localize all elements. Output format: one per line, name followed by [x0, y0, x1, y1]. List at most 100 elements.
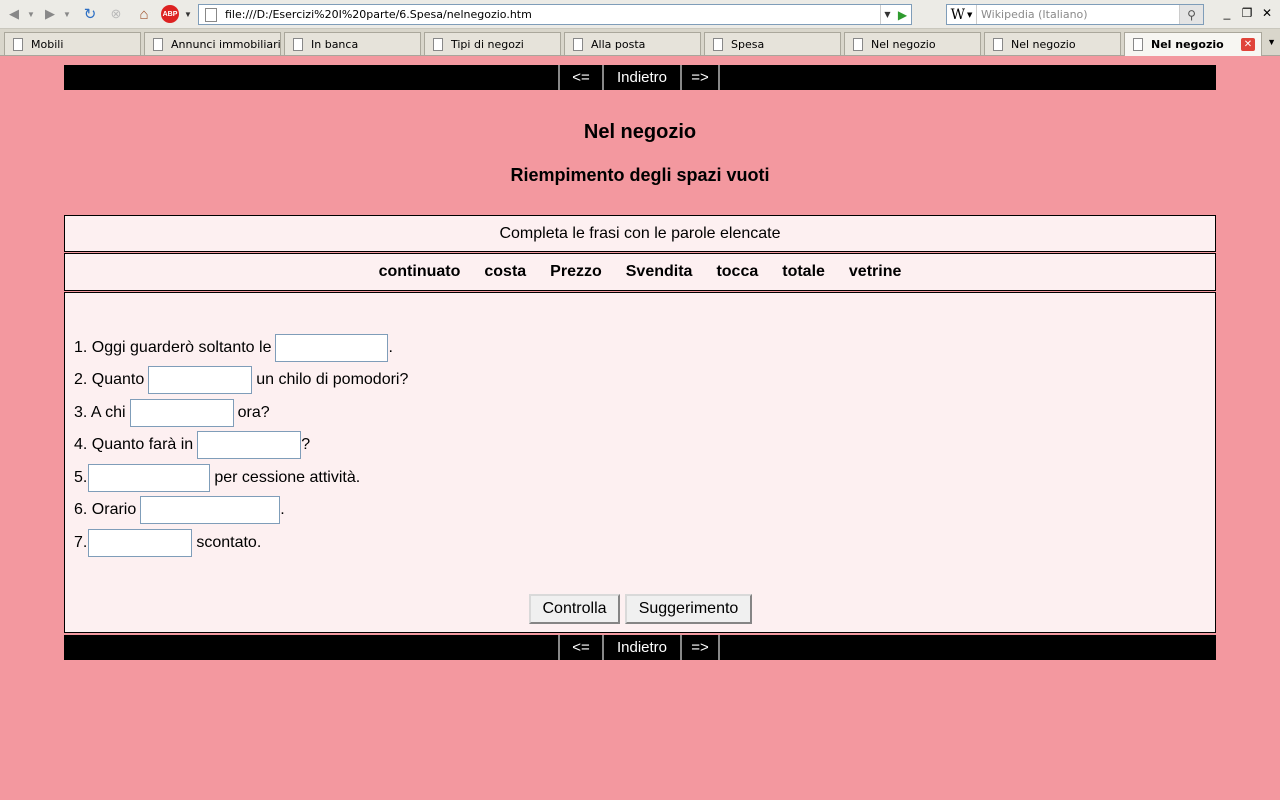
tab-label: Nel negozio — [1151, 38, 1224, 51]
page-icon — [13, 37, 23, 51]
adblock-menu-icon[interactable]: ▼ — [183, 4, 193, 24]
search-engine-dropdown-icon: ▼ — [967, 10, 973, 19]
question-text-after: ora? — [237, 404, 270, 421]
tab-list-icon[interactable]: ▼ — [1267, 37, 1276, 47]
answer-input-5[interactable] — [88, 464, 211, 492]
question-text-before: 5. — [74, 469, 88, 486]
question-text-before: 4. Quanto farà in — [74, 436, 194, 453]
answer-input-1[interactable] — [275, 334, 389, 362]
adblock-label: ABP — [162, 10, 178, 18]
tab-tipi-di-negozi[interactable]: Tipi di negozi — [424, 32, 561, 55]
search-engine-selector[interactable]: W ▼ — [947, 5, 977, 24]
answer-input-4[interactable] — [197, 431, 302, 459]
tab-label: Nel negozio — [1011, 37, 1076, 51]
page-icon — [573, 37, 583, 51]
question-5: 5. per cessione attività. — [74, 464, 360, 492]
minimize-icon[interactable]: _ — [1218, 6, 1236, 20]
question-text-after: . — [388, 339, 393, 356]
question-2: 2. Quanto un chilo di pomodori? — [74, 366, 408, 394]
question-text-after: scontato. — [196, 534, 262, 551]
word-item: Prezzo — [550, 263, 602, 280]
answer-input-7[interactable] — [88, 529, 193, 557]
question-text-before: 3. A chi — [74, 404, 126, 421]
tab-annunci-immobiliari[interactable]: Annunci immobiliari — [144, 32, 281, 55]
answer-input-2[interactable] — [148, 366, 253, 394]
tab-label: In banca — [311, 37, 359, 51]
tab-nel-negozio-2[interactable]: Nel negozio — [984, 32, 1121, 55]
url-bar[interactable]: file:///D:/Esercizi%20I%20parte/6.Spesa/… — [198, 4, 912, 25]
word-item: Svendita — [625, 263, 693, 280]
top-navbar: <= Indietro => — [64, 65, 1216, 90]
word-item: tocca — [716, 263, 759, 280]
answer-input-6[interactable] — [140, 496, 281, 524]
page-icon — [853, 37, 863, 51]
prev-button[interactable]: <= — [558, 635, 604, 660]
exercise-box: 1. Oggi guarderò soltanto le . 2. Quanto… — [64, 292, 1216, 633]
home-icon[interactable]: ⌂ — [133, 4, 155, 24]
back-history-icon[interactable]: ▼ — [26, 4, 36, 24]
question-7: 7. scontato. — [74, 529, 261, 557]
answer-input-3[interactable] — [129, 399, 234, 427]
question-text-after: . — [280, 501, 285, 518]
tab-nel-negozio-active[interactable]: Nel negozio ✕ — [1124, 32, 1262, 56]
back-button[interactable]: Indietro — [602, 65, 682, 90]
question-4: 4. Quanto farà in ? — [74, 431, 310, 459]
page-icon — [993, 37, 1003, 51]
tab-nel-negozio-1[interactable]: Nel negozio — [844, 32, 981, 55]
browser-toolbar: ◀ ▼ ▶ ▼ ↻ ⊗ ⌂ ABP ▼ file:///D:/Esercizi%… — [0, 0, 1280, 29]
question-text-before: 2. Quanto — [74, 371, 145, 388]
reload-icon[interactable]: ↻ — [80, 4, 100, 24]
instruction-text: Completa le frasi con le parole elencate — [499, 224, 781, 242]
word-bank: continuato costa Prezzo Svendita tocca t… — [64, 253, 1216, 291]
instruction-box: Completa le frasi con le parole elencate — [64, 215, 1216, 252]
back-button[interactable]: Indietro — [602, 635, 682, 660]
restore-icon[interactable]: ❐ — [1238, 6, 1256, 20]
go-icon[interactable]: ▶ — [894, 5, 911, 24]
forward-history-icon[interactable]: ▼ — [62, 4, 72, 24]
question-text-before: 7. — [74, 534, 88, 551]
tab-bar: Mobili Annunci immobiliari In banca Tipi… — [0, 29, 1280, 56]
tab-spesa[interactable]: Spesa — [704, 32, 841, 55]
stop-icon[interactable]: ⊗ — [106, 4, 126, 24]
question-3: 3. A chi ora? — [74, 399, 270, 427]
next-button[interactable]: => — [680, 65, 720, 90]
page-subtitle: Riempimento degli spazi vuoti — [510, 165, 770, 185]
word-item: continuato — [378, 263, 461, 280]
question-6: 6. Orario . — [74, 496, 285, 524]
search-engine-icon: W — [950, 6, 965, 23]
word-item: vetrine — [848, 263, 902, 280]
question-1: 1. Oggi guarderò soltanto le . — [74, 334, 393, 362]
question-text-after: per cessione attività. — [214, 469, 361, 486]
word-item: costa — [484, 263, 527, 280]
tab-label: Mobili — [31, 37, 64, 51]
prev-button[interactable]: <= — [558, 65, 604, 90]
close-tab-icon[interactable]: ✕ — [1241, 38, 1255, 51]
search-icon[interactable]: ⚲ — [1179, 5, 1203, 24]
search-input[interactable]: Wikipedia (Italiano) — [981, 8, 1088, 21]
tab-label: Alla posta — [591, 37, 646, 51]
hint-button[interactable]: Suggerimento — [625, 594, 752, 624]
question-text-after: un chilo di pomodori? — [256, 371, 409, 388]
question-text-before: 6. Orario — [74, 501, 137, 518]
question-text-after: ? — [301, 436, 311, 453]
question-text-before: 1. Oggi guarderò soltanto le — [74, 339, 272, 356]
tab-label: Tipi di negozi — [451, 37, 524, 51]
tab-mobili[interactable]: Mobili — [4, 32, 141, 55]
tab-label: Annunci immobiliari — [171, 37, 281, 51]
tab-alla-posta[interactable]: Alla posta — [564, 32, 701, 55]
page-icon — [293, 37, 303, 51]
check-button[interactable]: Controlla — [529, 594, 620, 624]
url-dropdown-icon[interactable]: ▼ — [880, 5, 894, 24]
word-item: totale — [782, 263, 825, 280]
page-icon — [1133, 38, 1143, 51]
close-window-icon[interactable]: ✕ — [1258, 6, 1276, 20]
page-icon — [713, 37, 723, 51]
next-button[interactable]: => — [680, 635, 720, 660]
url-text[interactable]: file:///D:/Esercizi%20I%20parte/6.Spesa/… — [225, 8, 532, 21]
back-icon[interactable]: ◀ — [4, 4, 24, 24]
search-box[interactable]: W ▼ Wikipedia (Italiano) ⚲ — [946, 4, 1204, 25]
forward-icon[interactable]: ▶ — [40, 4, 60, 24]
bottom-navbar: <= Indietro => — [64, 635, 1216, 660]
adblock-icon[interactable]: ABP — [161, 5, 179, 23]
tab-in-banca[interactable]: In banca — [284, 32, 421, 55]
